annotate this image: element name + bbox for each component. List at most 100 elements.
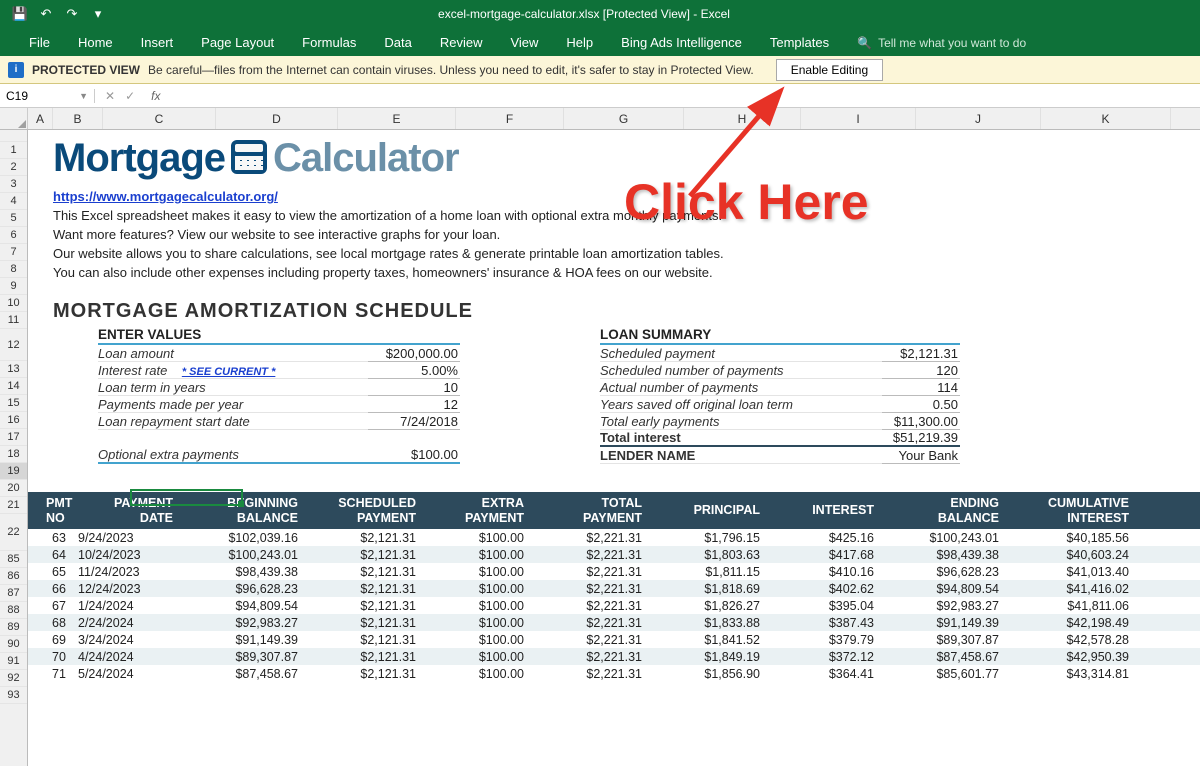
col-interest[interactable]: INTEREST bbox=[770, 503, 884, 517]
tab-data[interactable]: Data bbox=[370, 29, 425, 56]
col-ending-balance[interactable]: ENDING BALANCE bbox=[884, 496, 1009, 525]
cell[interactable]: 5/24/2024 bbox=[78, 667, 183, 681]
row-header-1[interactable]: 1 bbox=[0, 142, 27, 159]
cell[interactable]: 1/24/2024 bbox=[78, 599, 183, 613]
col-header-A[interactable]: A bbox=[28, 108, 53, 129]
tab-page-layout[interactable]: Page Layout bbox=[187, 29, 288, 56]
cell[interactable]: $417.68 bbox=[770, 548, 884, 562]
row-header-16[interactable]: 16 bbox=[0, 412, 27, 429]
cell[interactable]: $2,121.31 bbox=[308, 531, 426, 545]
cancel-icon[interactable]: ✕ bbox=[105, 89, 115, 103]
undo-icon[interactable]: ↶ bbox=[36, 4, 56, 24]
row-header-14[interactable]: 14 bbox=[0, 378, 27, 395]
cell[interactable]: $2,221.31 bbox=[534, 599, 652, 613]
amortization-row[interactable]: 6612/24/2023$96,628.23$2,121.31$100.00$2… bbox=[28, 580, 1200, 597]
tab-review[interactable]: Review bbox=[426, 29, 497, 56]
cell[interactable]: $100.00 bbox=[426, 548, 534, 562]
row-header-10[interactable]: 10 bbox=[0, 295, 27, 312]
row-header-85[interactable]: 85 bbox=[0, 551, 27, 568]
cell[interactable]: $91,149.39 bbox=[183, 633, 308, 647]
cell[interactable]: $402.62 bbox=[770, 582, 884, 596]
cell[interactable]: $2,121.31 bbox=[308, 582, 426, 596]
col-scheduled-payment[interactable]: SCHEDULED PAYMENT bbox=[308, 496, 426, 525]
row-header-2[interactable]: 2 bbox=[0, 159, 27, 176]
col-header-E[interactable]: E bbox=[338, 108, 456, 129]
cell[interactable]: $100.00 bbox=[426, 667, 534, 681]
cell[interactable]: $40,185.56 bbox=[1009, 531, 1139, 545]
cell[interactable]: $387.43 bbox=[770, 616, 884, 630]
row-header-3[interactable]: 3 bbox=[0, 176, 27, 193]
amortization-row[interactable]: 639/24/2023$102,039.16$2,121.31$100.00$2… bbox=[28, 529, 1200, 546]
cell[interactable]: $1,849.19 bbox=[652, 650, 770, 664]
cell[interactable]: 9/24/2023 bbox=[78, 531, 183, 545]
cell[interactable]: $100.00 bbox=[426, 616, 534, 630]
cell[interactable]: $91,149.39 bbox=[884, 616, 1009, 630]
cell[interactable]: $43,314.81 bbox=[1009, 667, 1139, 681]
cell[interactable]: $100.00 bbox=[426, 565, 534, 579]
enable-editing-button[interactable]: Enable Editing bbox=[776, 59, 883, 81]
col-cumulative-interest[interactable]: CUMULATIVE INTEREST bbox=[1009, 496, 1139, 525]
cell[interactable]: $2,121.31 bbox=[308, 565, 426, 579]
value-cell[interactable]: $200,000.00 bbox=[368, 346, 460, 362]
cell[interactable]: 67 bbox=[28, 599, 78, 613]
amortization-row[interactable]: 682/24/2024$92,983.27$2,121.31$100.00$2,… bbox=[28, 614, 1200, 631]
cell[interactable]: 70 bbox=[28, 650, 78, 664]
cell[interactable]: $364.41 bbox=[770, 667, 884, 681]
row-header-86[interactable]: 86 bbox=[0, 568, 27, 585]
cell[interactable]: $2,221.31 bbox=[534, 667, 652, 681]
col-header-G[interactable]: G bbox=[564, 108, 684, 129]
cell[interactable]: $100.00 bbox=[426, 582, 534, 596]
redo-icon[interactable]: ↷ bbox=[62, 4, 82, 24]
amortization-row[interactable]: 671/24/2024$94,809.54$2,121.31$100.00$2,… bbox=[28, 597, 1200, 614]
worksheet[interactable]: Mortgage Calculator https://www.mortgage… bbox=[28, 130, 1200, 766]
cell[interactable]: $410.16 bbox=[770, 565, 884, 579]
cell[interactable]: $2,221.31 bbox=[534, 633, 652, 647]
cell[interactable]: $100,243.01 bbox=[884, 531, 1009, 545]
value-cell[interactable]: 7/24/2018 bbox=[368, 414, 460, 430]
cell[interactable]: 68 bbox=[28, 616, 78, 630]
row-header-90[interactable]: 90 bbox=[0, 636, 27, 653]
row-header-87[interactable]: 87 bbox=[0, 585, 27, 602]
cell[interactable]: $2,221.31 bbox=[534, 650, 652, 664]
cell[interactable]: $2,221.31 bbox=[534, 616, 652, 630]
see-current-link[interactable]: * SEE CURRENT * bbox=[182, 366, 276, 378]
cell[interactable]: $425.16 bbox=[770, 531, 884, 545]
cell[interactable]: $1,811.15 bbox=[652, 565, 770, 579]
website-link[interactable]: https://www.mortgagecalculator.org/ bbox=[53, 189, 278, 204]
cell[interactable]: $2,121.31 bbox=[308, 633, 426, 647]
cell[interactable]: $1,841.52 bbox=[652, 633, 770, 647]
cell[interactable]: $92,983.27 bbox=[884, 599, 1009, 613]
cell[interactable]: $100.00 bbox=[426, 633, 534, 647]
cell[interactable]: $2,221.31 bbox=[534, 548, 652, 562]
cell[interactable]: $372.12 bbox=[770, 650, 884, 664]
cell[interactable]: $1,826.27 bbox=[652, 599, 770, 613]
cell[interactable]: $89,307.87 bbox=[183, 650, 308, 664]
tab-help[interactable]: Help bbox=[552, 29, 607, 56]
cell[interactable]: $96,628.23 bbox=[183, 582, 308, 596]
name-box-dropdown-icon[interactable]: ▼ bbox=[79, 91, 88, 101]
name-box[interactable]: C19 ▼ bbox=[0, 89, 95, 103]
cell[interactable]: $2,121.31 bbox=[308, 599, 426, 613]
cell[interactable]: $41,416.02 bbox=[1009, 582, 1139, 596]
cell[interactable]: 10/24/2023 bbox=[78, 548, 183, 562]
col-header-D[interactable]: D bbox=[216, 108, 338, 129]
value-cell[interactable]: 5.00% bbox=[368, 363, 460, 379]
row-header-91[interactable]: 91 bbox=[0, 653, 27, 670]
cell[interactable]: $2,221.31 bbox=[534, 582, 652, 596]
cell[interactable]: $100.00 bbox=[426, 599, 534, 613]
row-header-6[interactable]: 6 bbox=[0, 227, 27, 244]
col-header-F[interactable]: F bbox=[456, 108, 564, 129]
row-header-20[interactable]: 20 bbox=[0, 480, 27, 497]
col-total-payment[interactable]: TOTAL PAYMENT bbox=[534, 496, 652, 525]
cell[interactable]: $1,803.63 bbox=[652, 548, 770, 562]
cell[interactable]: $1,856.90 bbox=[652, 667, 770, 681]
cell[interactable]: $100,243.01 bbox=[183, 548, 308, 562]
customize-qat-icon[interactable]: ▾ bbox=[88, 4, 108, 24]
tab-templates[interactable]: Templates bbox=[756, 29, 843, 56]
tab-home[interactable]: Home bbox=[64, 29, 127, 56]
cell[interactable]: $40,603.24 bbox=[1009, 548, 1139, 562]
row-header-21[interactable]: 21 bbox=[0, 497, 27, 514]
cell[interactable]: $94,809.54 bbox=[183, 599, 308, 613]
cell[interactable]: $2,121.31 bbox=[308, 650, 426, 664]
amortization-row[interactable]: 693/24/2024$91,149.39$2,121.31$100.00$2,… bbox=[28, 631, 1200, 648]
